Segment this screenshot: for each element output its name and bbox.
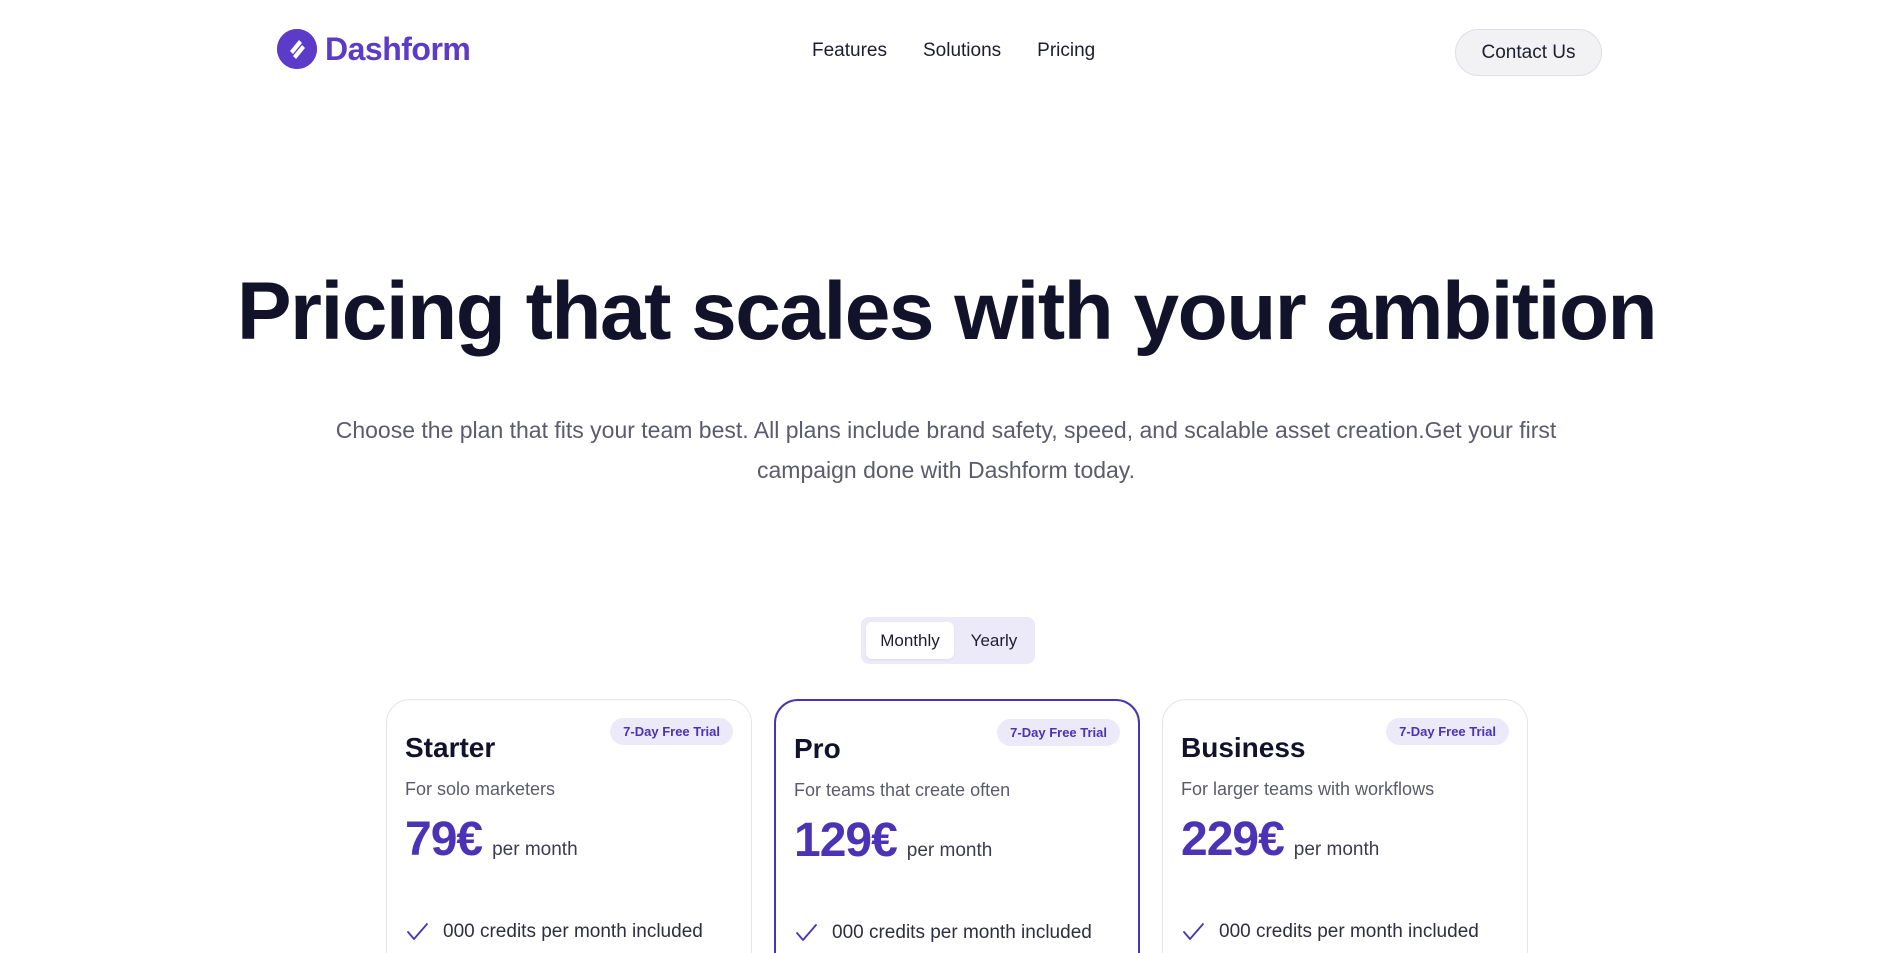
page-title: Pricing that scales with your ambition bbox=[236, 266, 1658, 357]
price-row: 79€ per month bbox=[405, 812, 578, 867]
brand-logo[interactable]: Dashform bbox=[277, 28, 471, 70]
free-trial-badge: 7-Day Free Trial bbox=[1386, 718, 1509, 745]
toggle-yearly[interactable]: Yearly bbox=[958, 622, 1030, 659]
plan-card-business: 7-Day Free Trial Business For larger tea… bbox=[1162, 699, 1528, 953]
plan-card-pro: 7-Day Free Trial Pro For teams that crea… bbox=[774, 699, 1140, 953]
feature-text: 000 credits per month included bbox=[1219, 921, 1479, 942]
plan-description: For larger teams with workflows bbox=[1181, 779, 1435, 799]
page-subtitle: Choose the plan that fits your team best… bbox=[335, 417, 1557, 483]
plan-price: 129€ bbox=[794, 814, 898, 867]
nav-link-features[interactable]: Features bbox=[812, 40, 887, 62]
billing-period-toggle: Monthly Yearly bbox=[861, 617, 1035, 664]
plan-name: Pro bbox=[794, 733, 841, 764]
price-row: 129€ per month bbox=[794, 813, 992, 868]
feature-item: 000 credits per month included bbox=[794, 921, 1092, 945]
plan-name: Business bbox=[1181, 732, 1306, 763]
dashform-logo-icon bbox=[277, 29, 317, 69]
main-nav: Features Solutions Pricing bbox=[812, 40, 1095, 62]
plan-description: For teams that create often bbox=[794, 780, 1011, 800]
nav-link-solutions[interactable]: Solutions bbox=[923, 40, 1001, 62]
brand-name: Dashform bbox=[325, 30, 471, 67]
price-period: per month bbox=[906, 840, 993, 861]
price-period: per month bbox=[492, 839, 578, 860]
plan-name: Starter bbox=[405, 732, 496, 763]
feature-item: 000 credits per month included bbox=[405, 920, 703, 944]
contact-us-button[interactable]: Contact Us bbox=[1455, 29, 1602, 76]
price-row: 229€ per month bbox=[1181, 812, 1379, 867]
site-header: Dashform Features Solutions Pricing Cont… bbox=[0, 0, 1893, 105]
plan-price: 229€ bbox=[1181, 813, 1285, 866]
nav-link-pricing[interactable]: Pricing bbox=[1037, 40, 1095, 62]
free-trial-badge: 7-Day Free Trial bbox=[997, 719, 1120, 746]
plan-price: 79€ bbox=[405, 813, 483, 866]
feature-text: 000 credits per month included bbox=[443, 921, 703, 942]
check-icon bbox=[407, 923, 428, 940]
price-period: per month bbox=[1293, 839, 1380, 860]
plan-description: For solo marketers bbox=[405, 779, 556, 799]
feature-item: 000 credits per month included bbox=[1181, 920, 1479, 944]
free-trial-badge: 7-Day Free Trial bbox=[610, 718, 733, 745]
feature-text: 000 credits per month included bbox=[832, 922, 1092, 943]
plan-card-starter: 7-Day Free Trial Starter For solo market… bbox=[386, 699, 752, 953]
toggle-monthly[interactable]: Monthly bbox=[866, 622, 954, 659]
check-icon bbox=[1183, 923, 1204, 940]
check-icon bbox=[796, 924, 817, 941]
